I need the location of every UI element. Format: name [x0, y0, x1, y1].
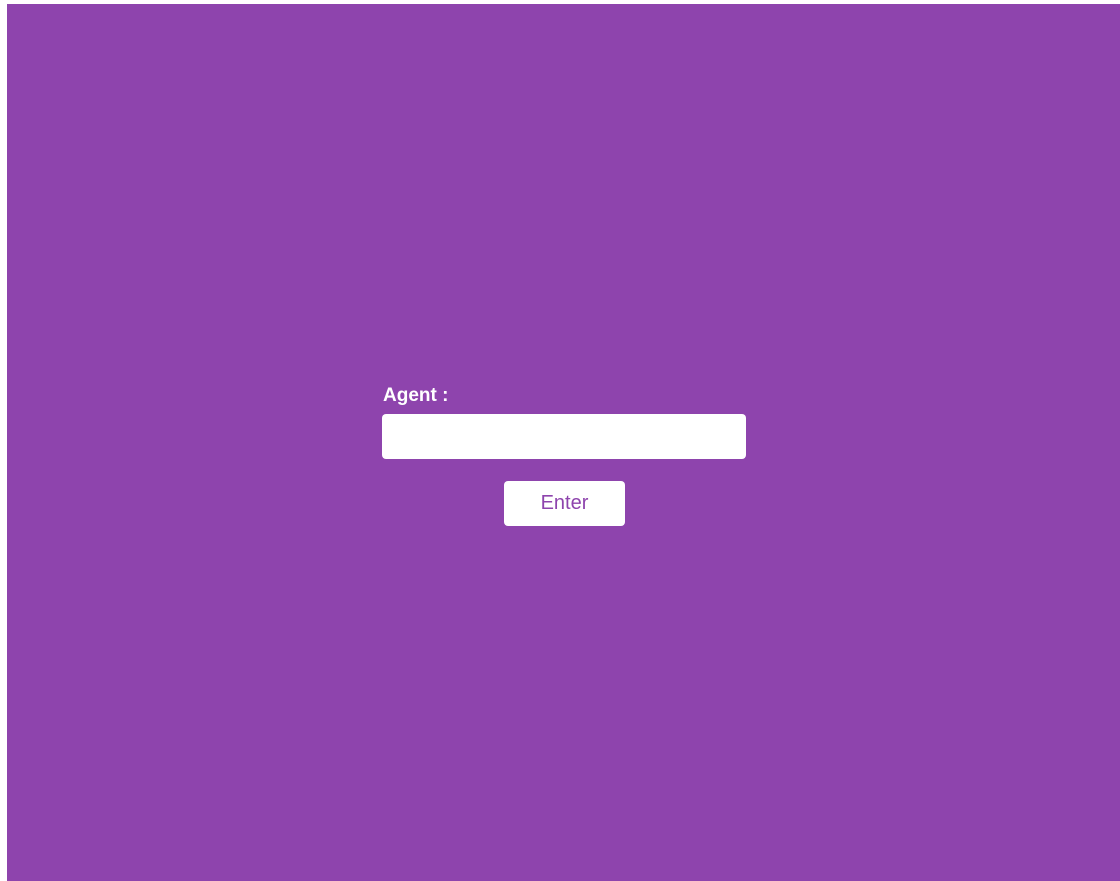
agent-form: Agent : Enter: [382, 383, 746, 526]
agent-label: Agent :: [383, 385, 449, 406]
enter-button[interactable]: Enter: [504, 481, 625, 526]
page-background: Agent : Enter: [7, 4, 1120, 881]
agent-input[interactable]: [382, 414, 746, 459]
